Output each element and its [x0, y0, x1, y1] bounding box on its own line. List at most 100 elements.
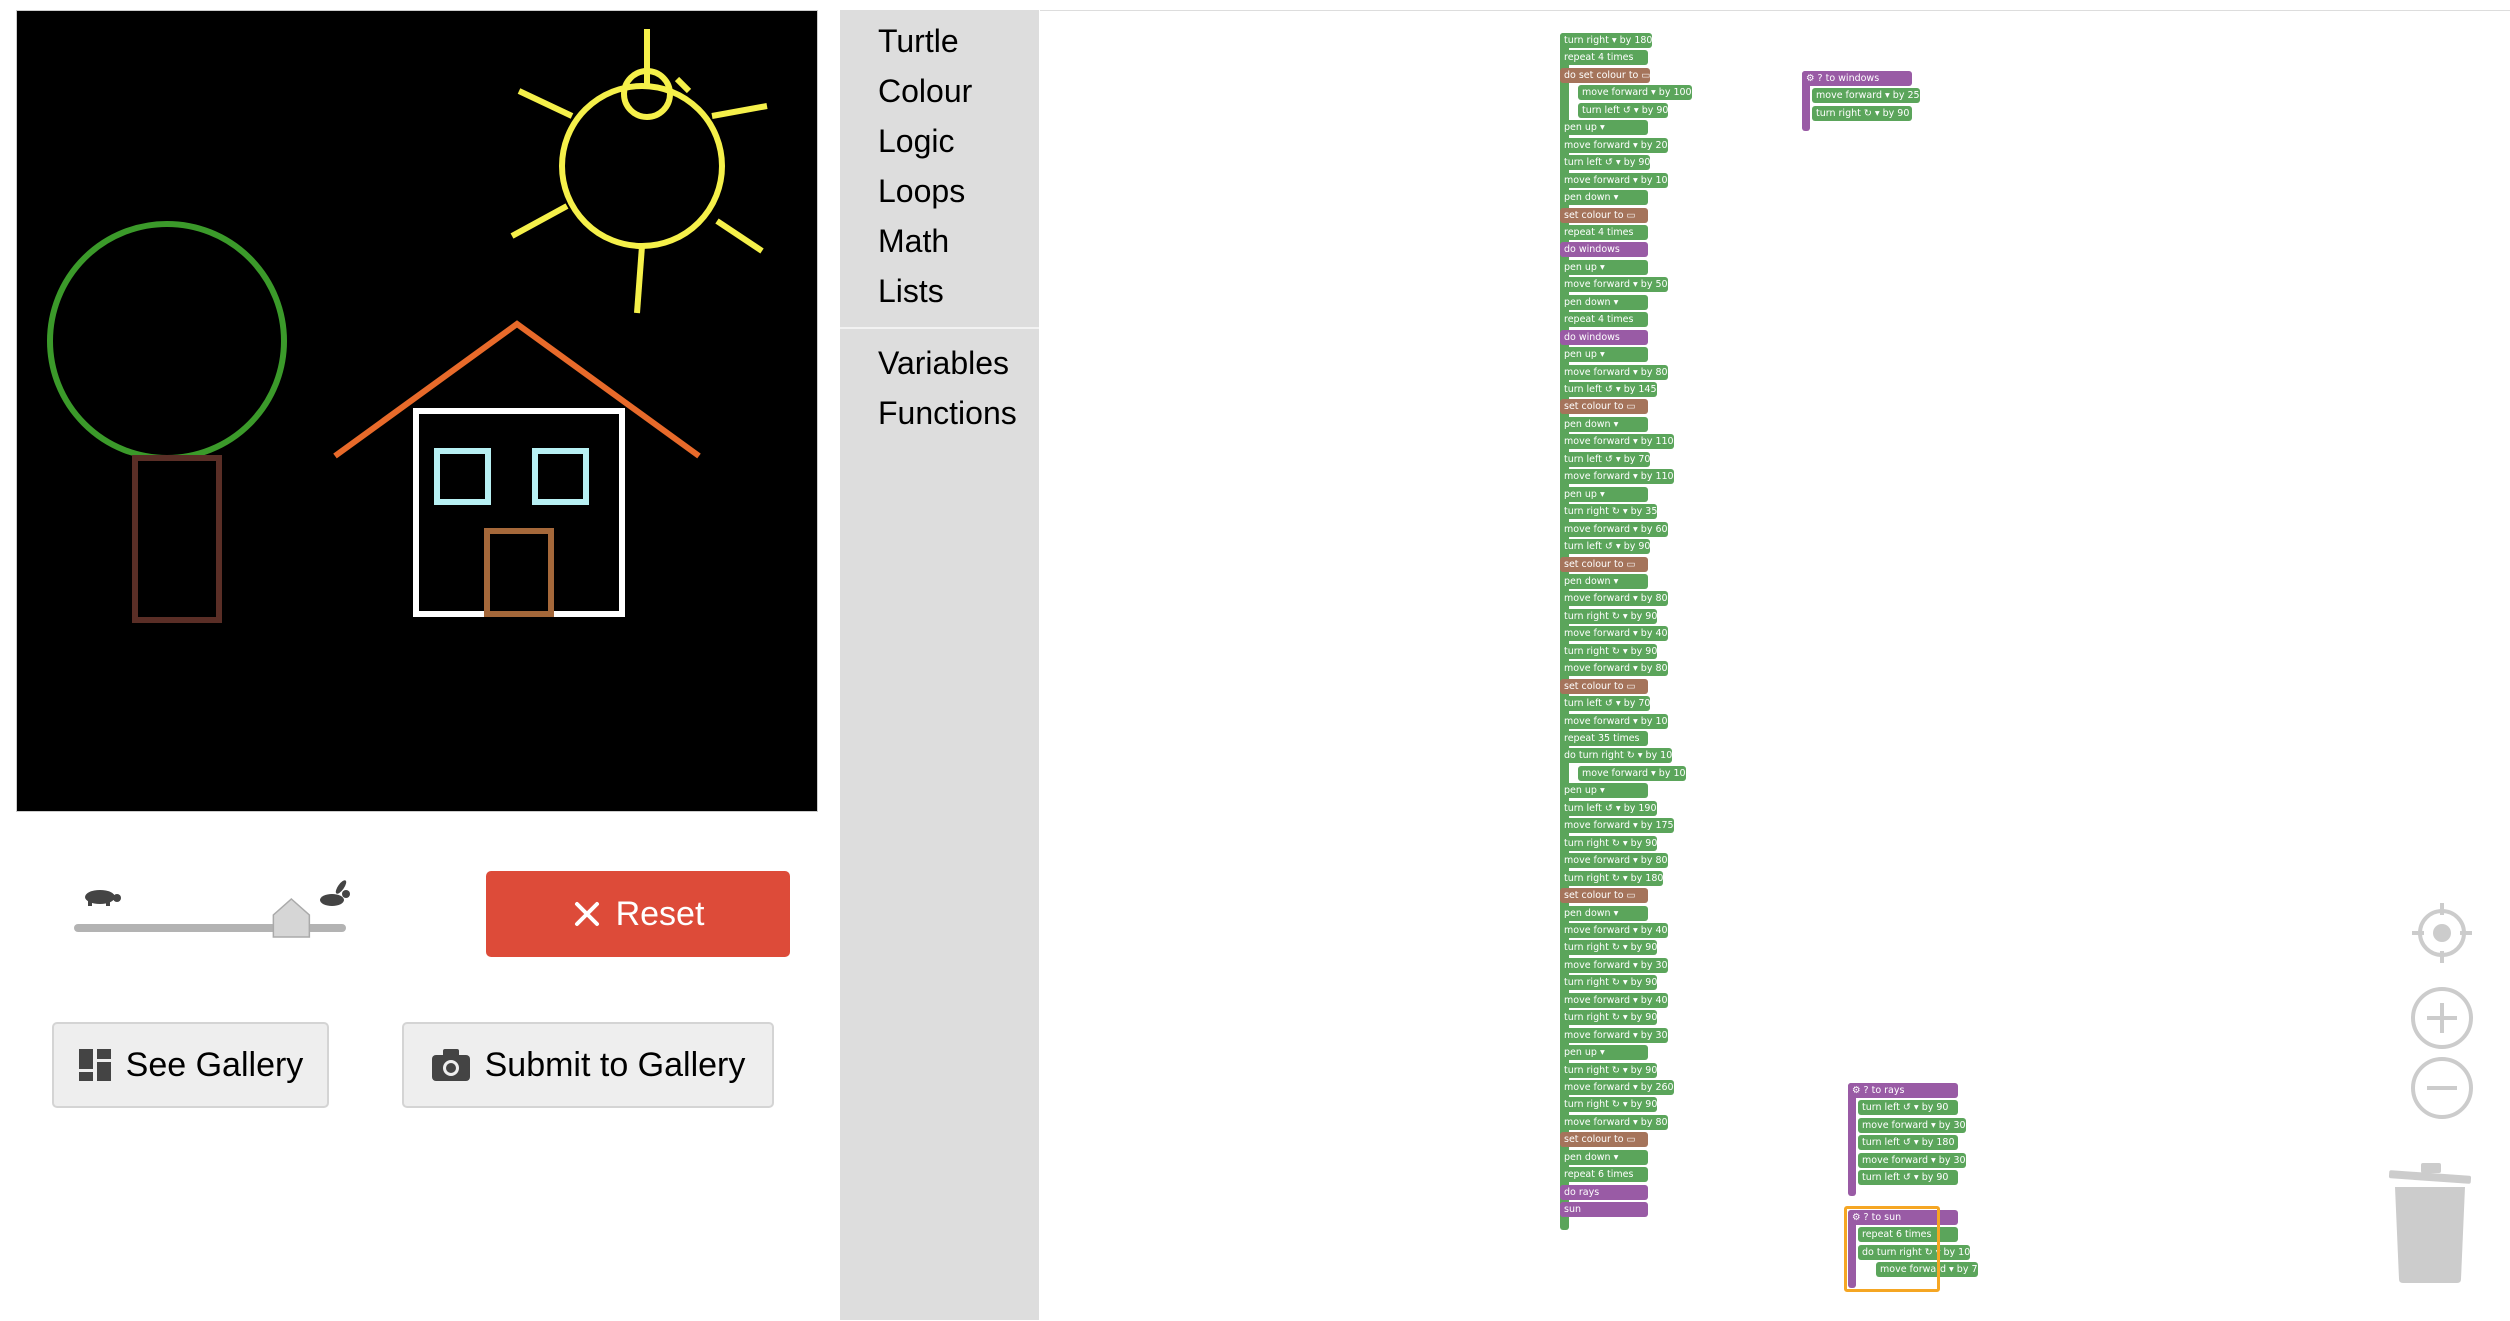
code-block[interactable]: move forward ▾ by 175	[1560, 818, 1674, 834]
gallery-icon	[78, 1048, 112, 1082]
code-block[interactable]: move forward ▾ by 40	[1560, 922, 1668, 938]
code-block[interactable]: do windows	[1560, 329, 1648, 345]
code-block[interactable]: move forward ▾ by 50	[1560, 277, 1668, 293]
category-colour[interactable]: Colour	[878, 73, 972, 110]
house-door	[484, 528, 554, 617]
code-block[interactable]: ⚙ ? to windows	[1802, 71, 1912, 86]
code-block[interactable]: set colour to ▭	[1560, 678, 1648, 694]
code-block[interactable]: sun	[1560, 1202, 1648, 1218]
code-block[interactable]: turn left ↺ ▾ by 90	[1578, 102, 1669, 118]
code-block[interactable]: turn right ↻ ▾ by 90	[1560, 975, 1658, 991]
code-block[interactable]: turn left ↺ ▾ by 180	[1858, 1135, 1958, 1151]
code-block[interactable]: pen down ▾	[1560, 573, 1648, 589]
category-loops[interactable]: Loops	[878, 173, 965, 210]
code-block[interactable]: move forward ▾ by 30	[1560, 957, 1668, 973]
code-block[interactable]: turn left ↺ ▾ by 70	[1560, 696, 1651, 712]
code-block[interactable]: move forward ▾ by 10	[1578, 765, 1686, 781]
code-block[interactable]: move forward ▾ by 80	[1560, 853, 1668, 869]
trash-icon[interactable]	[2385, 1161, 2475, 1286]
code-block[interactable]: move forward ▾ by 110	[1560, 469, 1674, 485]
code-block[interactable]: do turn right ↻ ▾ by 10	[1560, 748, 1673, 764]
code-block[interactable]: turn left ↺ ▾ by 190	[1560, 800, 1657, 816]
code-block[interactable]: set colour to ▭	[1560, 1132, 1648, 1148]
code-block[interactable]: turn right ↻ ▾ by 90	[1560, 1062, 1658, 1078]
submit-gallery-button[interactable]: Submit to Gallery	[402, 1022, 774, 1108]
code-block[interactable]: move forward ▾ by 40	[1560, 626, 1668, 642]
code-block[interactable]: move forward ▾ by 80	[1560, 661, 1668, 677]
code-block[interactable]: turn left ↺ ▾ by 90	[1560, 539, 1651, 555]
code-block[interactable]: repeat 35 times	[1560, 731, 1648, 746]
reset-button[interactable]: Reset	[486, 871, 790, 957]
code-block[interactable]: turn right ▾ by 180	[1560, 33, 1653, 48]
code-block[interactable]: pen down ▾	[1560, 190, 1648, 206]
code-block[interactable]: pen up ▾	[1560, 259, 1648, 275]
code-block[interactable]: do set colour to ▭	[1560, 67, 1651, 83]
category-math[interactable]: Math	[878, 223, 949, 260]
see-gallery-button[interactable]: See Gallery	[52, 1022, 329, 1108]
category-turtle[interactable]: Turtle	[878, 23, 959, 60]
code-block[interactable]: turn right ↻ ▾ by 90	[1560, 1010, 1658, 1026]
code-block[interactable]: do windows	[1560, 242, 1648, 258]
code-block[interactable]: repeat 4 times	[1560, 224, 1648, 240]
code-block[interactable]: set colour to ▭	[1560, 888, 1648, 904]
code-block[interactable]: turn left ↺ ▾ by 70	[1560, 451, 1651, 467]
code-block[interactable]: pen up ▾	[1560, 783, 1648, 799]
code-block[interactable]: turn right ↻ ▾ by 35	[1560, 504, 1658, 520]
code-block[interactable]: do rays	[1560, 1184, 1648, 1200]
code-block[interactable]: move forward ▾ by 25	[1812, 88, 1920, 104]
code-block[interactable]: move forward ▾ by 40	[1560, 992, 1668, 1008]
code-block[interactable]: move forward ▾ by 80	[1560, 364, 1668, 380]
code-block[interactable]: move forward ▾ by 10	[1560, 713, 1668, 729]
code-block[interactable]: move forward ▾ by 30	[1560, 1027, 1668, 1043]
code-block[interactable]: set colour to ▭	[1560, 556, 1648, 572]
recenter-icon[interactable]	[2410, 901, 2474, 965]
code-block[interactable]: turn left ↺ ▾ by 90	[1858, 1170, 1958, 1186]
code-block[interactable]: turn left ↺ ▾ by 145	[1560, 382, 1657, 397]
code-block[interactable]: move forward ▾ by 260	[1560, 1080, 1674, 1095]
code-block[interactable]: pen up ▾	[1560, 120, 1648, 136]
code-block[interactable]: turn right ↻ ▾ by 90	[1560, 1097, 1658, 1113]
category-lists[interactable]: Lists	[878, 273, 944, 310]
code-block[interactable]: move forward ▾ by 30	[1858, 1117, 1966, 1133]
speed-slider[interactable]	[70, 880, 360, 950]
code-block[interactable]: pen down ▾	[1560, 905, 1648, 921]
code-block[interactable]: turn right ↻ ▾ by 180	[1560, 870, 1664, 886]
code-block[interactable]: turn left ↺ ▾ by 90	[1858, 1100, 1958, 1116]
code-block[interactable]: pen up ▾	[1560, 347, 1648, 363]
code-block[interactable]: move forward ▾ by 30	[1858, 1152, 1966, 1168]
code-block[interactable]: repeat 6 times	[1560, 1167, 1648, 1183]
code-block[interactable]: set colour to ▭	[1560, 207, 1648, 223]
code-block[interactable]: set colour to ▭	[1560, 399, 1648, 415]
code-block[interactable]: pen up ▾	[1560, 486, 1648, 502]
zoom-in-icon[interactable]	[2410, 986, 2474, 1050]
code-block[interactable]: move forward ▾ by 20	[1560, 137, 1668, 153]
code-block[interactable]: move forward ▾ by 10	[1560, 172, 1668, 188]
code-block[interactable]: pen down ▾	[1560, 1149, 1648, 1165]
code-block[interactable]: turn right ↻ ▾ by 90	[1560, 940, 1658, 956]
code-block[interactable]: repeat 4 times	[1560, 312, 1648, 328]
code-block[interactable]: ⚙ ? to rays	[1848, 1083, 1958, 1098]
tree-trunk	[132, 455, 222, 623]
camera-icon	[431, 1048, 471, 1082]
slider-thumb[interactable]	[272, 897, 311, 938]
category-logic[interactable]: Logic	[878, 123, 955, 160]
code-block[interactable]: move forward ▾ by 80	[1560, 591, 1668, 607]
code-block[interactable]: turn right ↻ ▾ by 90	[1560, 608, 1658, 624]
code-block[interactable]: turn right ↻ ▾ by 90	[1560, 835, 1658, 851]
code-block[interactable]: turn right ↻ ▾ by 90	[1812, 105, 1912, 121]
code-block[interactable]: pen down ▾	[1560, 294, 1648, 310]
code-block[interactable]: pen up ▾	[1560, 1045, 1648, 1061]
code-block[interactable]: move forward ▾ by 60	[1560, 521, 1668, 537]
code-block[interactable]: repeat 4 times	[1560, 50, 1648, 66]
code-block[interactable]: move forward ▾ by 80	[1560, 1114, 1668, 1130]
code-block[interactable]: turn left ↺ ▾ by 90	[1560, 155, 1651, 171]
code-block[interactable]: pen down ▾	[1560, 416, 1648, 432]
code-block[interactable]: move forward ▾ by 110	[1560, 434, 1674, 450]
selected-highlight	[1844, 1206, 1940, 1292]
category-variables[interactable]: Variables	[878, 345, 1009, 382]
blockly-workspace[interactable]: turn right ▾ by 180 repeat 4 times do set …	[1040, 10, 2510, 1321]
category-functions[interactable]: Functions	[878, 395, 1017, 432]
zoom-out-icon[interactable]	[2410, 1056, 2474, 1120]
code-block[interactable]: turn right ↻ ▾ by 90	[1560, 643, 1658, 659]
code-block[interactable]: move forward ▾ by 100	[1578, 85, 1692, 101]
